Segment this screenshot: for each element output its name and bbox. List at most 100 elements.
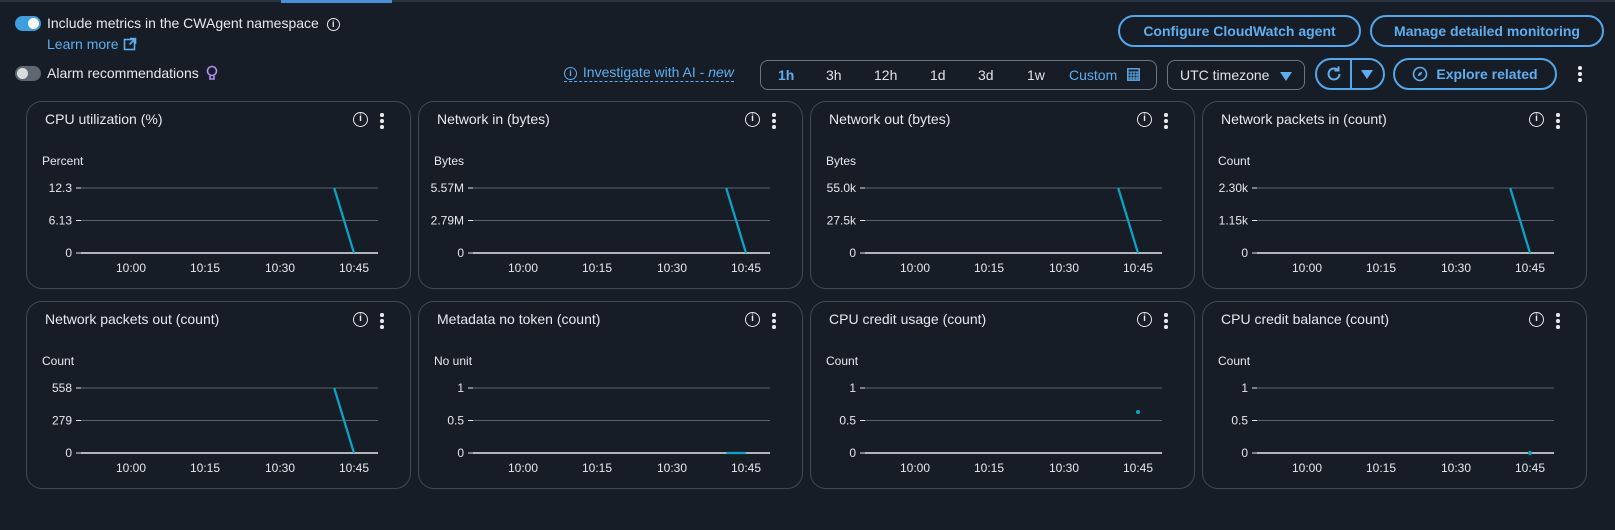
y-tick-label: 0 bbox=[65, 446, 72, 460]
x-tick-label: 10:45 bbox=[339, 461, 369, 475]
new-badge: new bbox=[708, 64, 734, 80]
configure-cloudwatch-agent-button[interactable]: Configure CloudWatch agent bbox=[1118, 15, 1361, 47]
investigate-with-ai-link[interactable]: i Investigate with AI - new bbox=[564, 64, 734, 82]
y-tick-label: 5.57M bbox=[431, 181, 464, 195]
x-tick-label: 10:15 bbox=[974, 261, 1004, 275]
y-tick-label: 0 bbox=[457, 246, 464, 260]
x-tick-label: 10:00 bbox=[900, 261, 930, 275]
metric-card: Metadata no token (count) i No unit 1 0.5 0 10… bbox=[418, 301, 803, 489]
cwagent-namespace-toggle[interactable] bbox=[15, 16, 41, 31]
refresh-divider bbox=[1350, 60, 1352, 88]
metric-chart: 1 0.5 0 10:00 10:15 10:30 10:45 bbox=[447, 381, 770, 475]
metric-chart: 558 279 0 10:00 10:15 10:30 10:45 bbox=[52, 381, 378, 475]
x-tick-label: 10:45 bbox=[1123, 461, 1153, 475]
x-tick-label: 10:30 bbox=[265, 261, 295, 275]
y-tick-label: 6.13 bbox=[49, 214, 73, 228]
y-tick-label: 1.15k bbox=[1219, 214, 1249, 228]
range-1w[interactable]: 1w bbox=[1027, 67, 1045, 83]
refresh-icon[interactable] bbox=[1325, 65, 1343, 83]
learn-more-label: Learn more bbox=[47, 36, 119, 52]
y-tick-label: 0 bbox=[65, 246, 72, 260]
metric-card: CPU credit usage (count) i Count 1 0.5 0 10:00… bbox=[810, 301, 1195, 489]
y-tick-label: 558 bbox=[52, 381, 72, 395]
range-1d[interactable]: 1d bbox=[930, 67, 946, 83]
metric-card: Network packets in (count) i Count 2.30k 1.1… bbox=[1202, 101, 1587, 289]
x-tick-label: 10:30 bbox=[1441, 461, 1471, 475]
y-tick-label: 55.0k bbox=[827, 181, 857, 195]
timezone-select[interactable]: UTC timezone bbox=[1167, 60, 1305, 90]
more-options-icon[interactable] bbox=[1578, 66, 1582, 84]
y-tick-label: 0 bbox=[1241, 446, 1248, 460]
data-point bbox=[1136, 410, 1140, 415]
metric-card: CPU credit balance (count) i Count 1 0.5 0 10:… bbox=[1202, 301, 1587, 489]
x-tick-label: 10:30 bbox=[1441, 261, 1471, 275]
x-tick-label: 10:30 bbox=[657, 261, 687, 275]
learn-more-link[interactable]: Learn more bbox=[47, 36, 137, 52]
x-tick-label: 10:45 bbox=[1515, 261, 1545, 275]
y-tick-label: 0 bbox=[457, 446, 464, 460]
x-tick-label: 10:45 bbox=[731, 261, 761, 275]
time-range-selector: 1h 3h 12h 1d 3d 1w Custom bbox=[760, 60, 1157, 90]
info-icon: i bbox=[564, 67, 577, 80]
y-tick-label: 0.5 bbox=[1231, 414, 1248, 428]
y-tick-label: 12.3 bbox=[49, 181, 73, 195]
x-tick-label: 10:15 bbox=[582, 261, 612, 275]
range-3h[interactable]: 3h bbox=[826, 67, 842, 83]
x-tick-label: 10:00 bbox=[1292, 261, 1322, 275]
metric-chart: 55.0k 27.5k 0 10:00 10:15 10:30 10:45 bbox=[827, 181, 1162, 275]
range-12h[interactable]: 12h bbox=[874, 67, 897, 83]
cwagent-namespace-label-wrap: Include metrics in the CWAgent namespace… bbox=[47, 15, 340, 31]
x-tick-label: 10:00 bbox=[508, 461, 538, 475]
y-tick-label: 0.5 bbox=[839, 414, 856, 428]
x-tick-label: 10:15 bbox=[1366, 261, 1396, 275]
active-tab-indicator bbox=[281, 0, 392, 3]
y-tick-label: 0.5 bbox=[447, 414, 464, 428]
tab-bar-divider bbox=[0, 0, 1615, 2]
range-1h[interactable]: 1h bbox=[778, 67, 794, 83]
x-tick-label: 10:30 bbox=[1049, 461, 1079, 475]
calendar-icon bbox=[1127, 68, 1141, 81]
metric-card: Network packets out (count) i Count 558 279 0… bbox=[26, 301, 411, 489]
metric-chart: 1 0.5 0 10:00 10:15 10:30 10:45 bbox=[839, 381, 1162, 475]
x-tick-label: 10:15 bbox=[1366, 461, 1396, 475]
x-tick-label: 10:00 bbox=[900, 461, 930, 475]
y-tick-label: 2.30k bbox=[1219, 181, 1249, 195]
y-tick-label: 1 bbox=[457, 381, 464, 395]
range-custom[interactable]: Custom bbox=[1069, 67, 1141, 83]
y-tick-label: 0 bbox=[1241, 246, 1248, 260]
y-tick-label: 0 bbox=[849, 446, 856, 460]
x-tick-label: 10:30 bbox=[657, 461, 687, 475]
refresh-options-caret-icon[interactable] bbox=[1361, 70, 1373, 79]
x-tick-label: 10:45 bbox=[1123, 261, 1153, 275]
alarm-recommendations-label-wrap: Alarm recommendations bbox=[47, 65, 218, 81]
data-point bbox=[1528, 451, 1532, 455]
custom-label: Custom bbox=[1069, 67, 1118, 83]
metric-chart: 2.30k 1.15k 0 10:00 10:15 10:30 10:45 bbox=[1219, 181, 1554, 275]
x-tick-label: 10:30 bbox=[1049, 261, 1079, 275]
x-tick-label: 10:15 bbox=[974, 461, 1004, 475]
y-tick-label: 27.5k bbox=[827, 214, 857, 228]
info-icon[interactable]: i bbox=[326, 18, 340, 31]
lightbulb-icon bbox=[206, 65, 217, 80]
cwagent-namespace-label: Include metrics in the CWAgent namespace bbox=[47, 15, 319, 31]
x-tick-label: 10:00 bbox=[116, 461, 146, 475]
y-tick-label: 279 bbox=[52, 414, 72, 428]
x-tick-label: 10:45 bbox=[339, 261, 369, 275]
manage-detailed-monitoring-button[interactable]: Manage detailed monitoring bbox=[1370, 15, 1604, 47]
investigate-label: Investigate with AI - bbox=[582, 64, 709, 80]
compass-icon bbox=[1413, 66, 1428, 82]
caret-down-icon bbox=[1280, 72, 1292, 81]
x-tick-label: 10:15 bbox=[190, 261, 220, 275]
explore-related-button[interactable]: Explore related bbox=[1393, 58, 1557, 90]
y-tick-label: 1 bbox=[849, 381, 856, 395]
metric-card: Network in (bytes) i Bytes 5.57M 2.79M 0 10:00… bbox=[418, 101, 803, 289]
metric-chart: 12.3 6.13 0 10:00 10:15 10:30 10:45 bbox=[49, 181, 378, 275]
y-tick-label: 0 bbox=[849, 246, 856, 260]
timezone-label: UTC timezone bbox=[1180, 67, 1270, 83]
alarm-recommendations-toggle[interactable] bbox=[15, 66, 41, 81]
x-tick-label: 10:45 bbox=[731, 461, 761, 475]
metric-card: CPU utilization (%) i Percent 12.3 6.13 0 10:0… bbox=[26, 101, 411, 289]
metric-chart: 1 0.5 0 10:00 10:15 10:30 10:45 bbox=[1231, 381, 1554, 475]
explore-related-label: Explore related bbox=[1436, 66, 1538, 82]
range-3d[interactable]: 3d bbox=[978, 67, 994, 83]
